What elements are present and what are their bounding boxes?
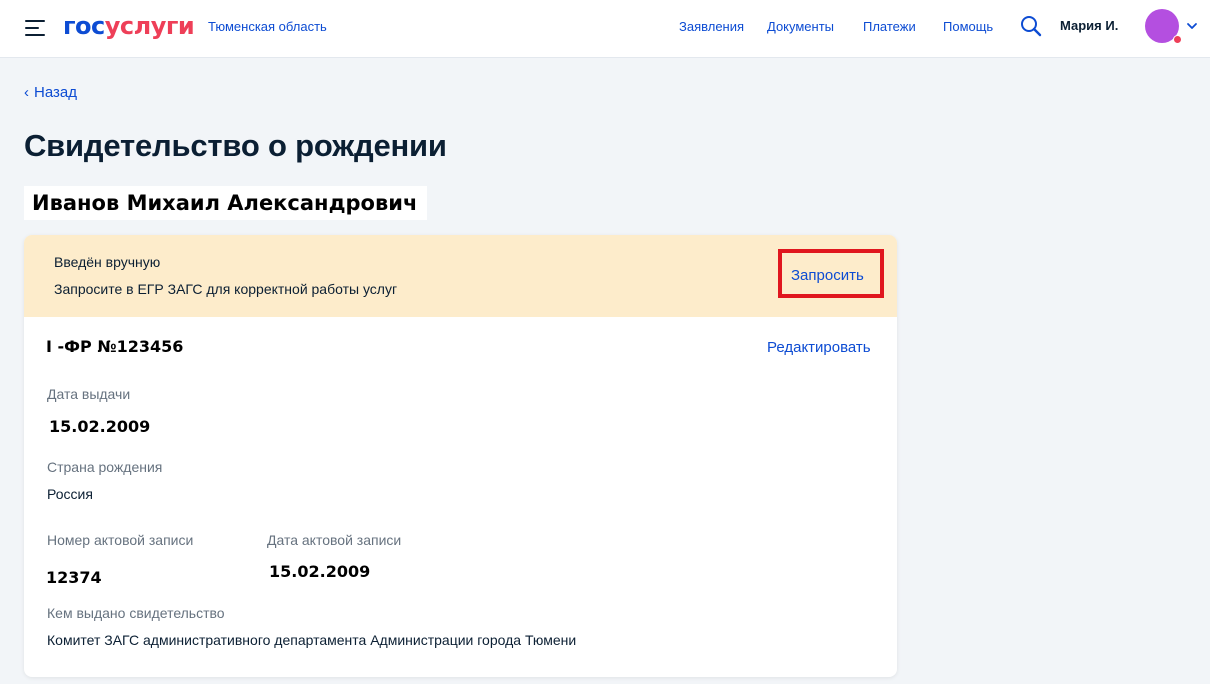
certificate-number: I -ФР №123456 [46,337,183,357]
record-date-value: 15.02.2009 [269,562,371,581]
request-button[interactable]: Запросить [791,267,864,285]
record-date-label: Дата актовой записи [267,532,402,548]
issue-date-value: 15.02.2009 [49,417,151,436]
certificate-series: I -ФР № [46,337,117,356]
birth-country-label: Страна рождения [47,459,163,475]
nav-applications[interactable]: Заявления [679,19,744,35]
record-number-value: 12374 [46,568,102,587]
certificate-number-value: 123456 [116,337,184,356]
issued-by-label: Кем выдано свидетельство [47,605,225,621]
back-link[interactable]: ‹ Назад [24,84,77,102]
notification-dot-icon [1173,35,1182,44]
top-header: госуслуги Тюменская область Заявления До… [0,0,1210,58]
nav-documents[interactable]: Документы [767,19,834,35]
logo-part-uslugi: услуги [104,12,195,40]
edit-button[interactable]: Редактировать [767,339,871,357]
nav-payments[interactable]: Платежи [863,19,916,35]
gosuslugi-logo[interactable]: госуслуги [63,12,195,40]
issued-by-value: Комитет ЗАГС административного департаме… [47,632,577,648]
chevron-left-icon: ‹ [24,84,29,101]
issue-date-label: Дата выдачи [47,386,131,402]
back-link-label: Назад [34,84,77,101]
person-name: Иванов Михаил Александрович [24,186,428,220]
record-number-label: Номер актовой записи [47,532,194,548]
birth-country-value: Россия [47,486,93,502]
banner-title: Введён вручную [54,254,161,270]
banner-text: Запросите в ЕГР ЗАГС для корректной рабо… [54,281,398,297]
search-icon[interactable] [1019,14,1043,38]
page-title: Свидетельство о рождении [24,128,447,163]
logo-part-gos: гос [63,12,105,40]
nav-help[interactable]: Помощь [943,19,993,35]
chevron-down-icon[interactable] [1186,21,1198,31]
certificate-card: Введён вручную Запросите в ЕГР ЗАГС для … [24,235,897,677]
burger-menu-icon[interactable] [25,20,45,36]
manual-entry-banner: Введён вручную Запросите в ЕГР ЗАГС для … [24,235,897,317]
user-name[interactable]: Мария И. [1060,18,1118,34]
region-selector[interactable]: Тюменская область [208,19,327,35]
